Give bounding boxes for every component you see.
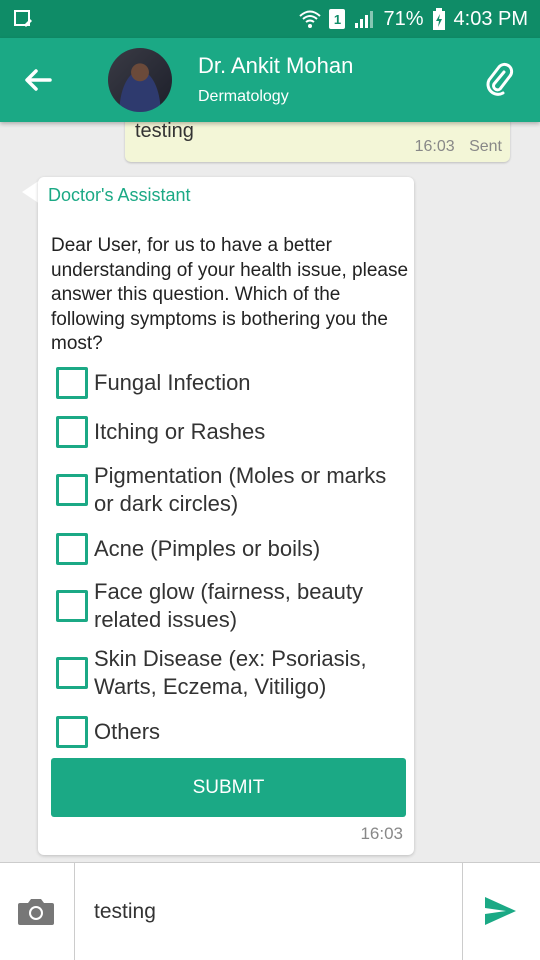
sent-message-meta: 16:03 Sent bbox=[405, 138, 502, 156]
option-itching-rashes[interactable]: Itching or Rashes bbox=[56, 416, 404, 448]
checkbox[interactable] bbox=[56, 474, 88, 506]
checkbox[interactable] bbox=[56, 657, 88, 689]
divider bbox=[462, 863, 463, 960]
option-label[interactable]: Acne (Pimples or boils) bbox=[94, 535, 404, 563]
attachment-paperclip-icon[interactable] bbox=[482, 62, 518, 98]
screenshot-notification-icon bbox=[14, 10, 32, 27]
camera-icon[interactable] bbox=[16, 895, 56, 927]
option-label[interactable]: Pigmentation (Moles or marks or dark cir… bbox=[94, 462, 404, 518]
checkbox[interactable] bbox=[56, 590, 88, 622]
checkbox[interactable] bbox=[56, 716, 88, 748]
option-acne[interactable]: Acne (Pimples or boils) bbox=[56, 533, 404, 565]
signal-icon bbox=[355, 11, 374, 28]
divider bbox=[74, 863, 75, 960]
battery-charging-icon bbox=[432, 8, 445, 30]
option-pigmentation[interactable]: Pigmentation (Moles or marks or dark cir… bbox=[56, 462, 404, 518]
message-composer bbox=[0, 862, 540, 960]
option-label[interactable]: Face glow (fairness, beauty related issu… bbox=[94, 578, 404, 634]
doctor-specialty: Dermatology bbox=[198, 88, 289, 105]
option-label[interactable]: Fungal Infection bbox=[94, 369, 404, 397]
status-bar: 1 71% 4:03 PM bbox=[0, 0, 540, 38]
sent-message-bubble[interactable]: testing 16:03 Sent bbox=[125, 122, 510, 162]
checkbox[interactable] bbox=[56, 367, 88, 399]
sent-message-time: 16:03 bbox=[414, 138, 455, 155]
doctor-name[interactable]: Dr. Ankit Mohan bbox=[198, 53, 353, 79]
checkbox[interactable] bbox=[56, 533, 88, 565]
assistant-message-time: 16:03 bbox=[360, 824, 403, 843]
option-label[interactable]: Others bbox=[94, 718, 404, 746]
option-others[interactable]: Others bbox=[56, 716, 404, 748]
clock: 4:03 PM bbox=[453, 7, 528, 30]
option-skin-disease[interactable]: Skin Disease (ex: Psoriasis, Warts, Ecze… bbox=[56, 645, 404, 701]
sent-message-status: Sent bbox=[469, 138, 502, 155]
sim-slot-icon: 1 bbox=[329, 9, 346, 29]
question-text: Dear User, for us to have a better under… bbox=[51, 235, 409, 354]
back-arrow-icon[interactable] bbox=[20, 62, 56, 98]
send-icon[interactable] bbox=[482, 893, 518, 929]
submit-button[interactable]: SUBMIT bbox=[51, 758, 406, 817]
option-face-glow[interactable]: Face glow (fairness, beauty related issu… bbox=[56, 578, 404, 634]
option-fungal-infection[interactable]: Fungal Infection bbox=[56, 367, 404, 399]
option-label[interactable]: Skin Disease (ex: Psoriasis, Warts, Ecze… bbox=[94, 645, 404, 701]
battery-percent: 71% bbox=[383, 7, 424, 30]
sent-message-text: testing bbox=[135, 122, 194, 142]
doctor-avatar[interactable] bbox=[108, 48, 172, 112]
option-label[interactable]: Itching or Rashes bbox=[94, 418, 404, 446]
app-bar: Dr. Ankit Mohan Dermatology bbox=[0, 38, 540, 122]
sender-label: Doctor's Assistant bbox=[48, 185, 191, 205]
wifi-icon bbox=[299, 10, 322, 28]
checkbox[interactable] bbox=[56, 416, 88, 448]
chat-area[interactable]: testing 16:03 Sent Doctor's Assistant De… bbox=[0, 122, 540, 862]
message-input[interactable] bbox=[76, 863, 461, 960]
